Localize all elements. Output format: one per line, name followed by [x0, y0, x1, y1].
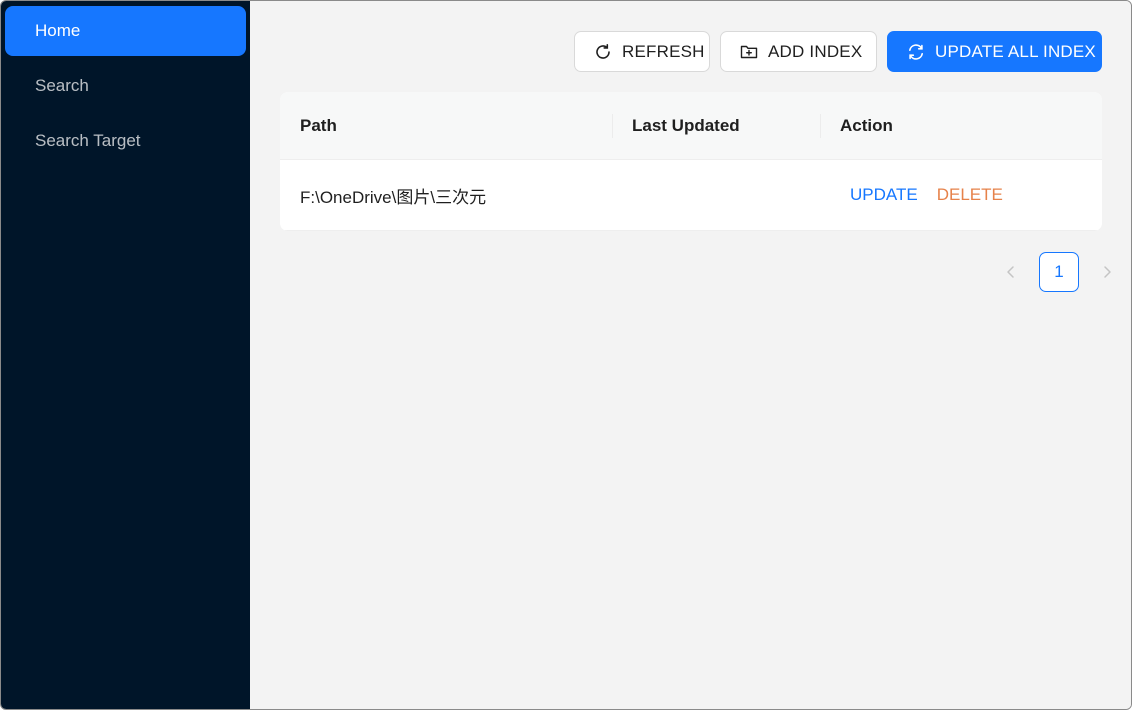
delete-link[interactable]: DELETE [937, 185, 1003, 205]
sidebar-item-search[interactable]: Search [5, 61, 246, 111]
next-page-button[interactable] [1095, 252, 1119, 292]
action-cell: UPDATE DELETE [820, 185, 1102, 205]
sidebar-item-label: Home [35, 21, 81, 40]
sidebar-item-label: Search [35, 76, 89, 95]
index-table: Path Last Updated Action F:\OneDrive\图片\… [280, 92, 1102, 231]
column-header-action: Action [820, 92, 1102, 159]
refresh-button[interactable]: REFRESH [574, 31, 710, 72]
folder-add-icon [740, 43, 758, 61]
column-header-last-updated: Last Updated [612, 92, 820, 159]
refresh-label: REFRESH [622, 41, 705, 61]
update-link[interactable]: UPDATE [850, 185, 918, 205]
sidebar-item-home[interactable]: Home [5, 6, 246, 56]
toolbar: REFRESH ADD INDEX UPDATE ALL INDEX [574, 31, 1102, 72]
add-index-button[interactable]: ADD INDEX [720, 31, 877, 72]
chevron-right-icon [1104, 266, 1111, 278]
sidebar: Home Search Search Target [1, 1, 250, 709]
main-content: REFRESH ADD INDEX UPDATE ALL INDEX Path … [250, 1, 1131, 709]
add-index-label: ADD INDEX [768, 41, 863, 61]
table-header: Path Last Updated Action [280, 92, 1102, 160]
table-row: F:\OneDrive\图片\三次元 UPDATE DELETE [280, 160, 1102, 231]
sidebar-item-search-target[interactable]: Search Target [5, 116, 246, 166]
update-all-index-label: UPDATE ALL INDEX [935, 41, 1096, 61]
pagination: 1 [999, 252, 1119, 292]
sync-icon [907, 43, 925, 61]
chevron-left-icon [1007, 266, 1014, 278]
prev-page-button[interactable] [999, 252, 1023, 292]
update-all-index-button[interactable]: UPDATE ALL INDEX [887, 31, 1102, 72]
sidebar-item-label: Search Target [35, 131, 141, 150]
refresh-icon [594, 43, 612, 61]
page-number-button[interactable]: 1 [1039, 252, 1079, 292]
app-window: Home Search Search Target REFRESH ADD IN… [0, 0, 1132, 710]
path-cell: F:\OneDrive\图片\三次元 [300, 187, 487, 207]
column-header-path: Path [300, 115, 337, 135]
